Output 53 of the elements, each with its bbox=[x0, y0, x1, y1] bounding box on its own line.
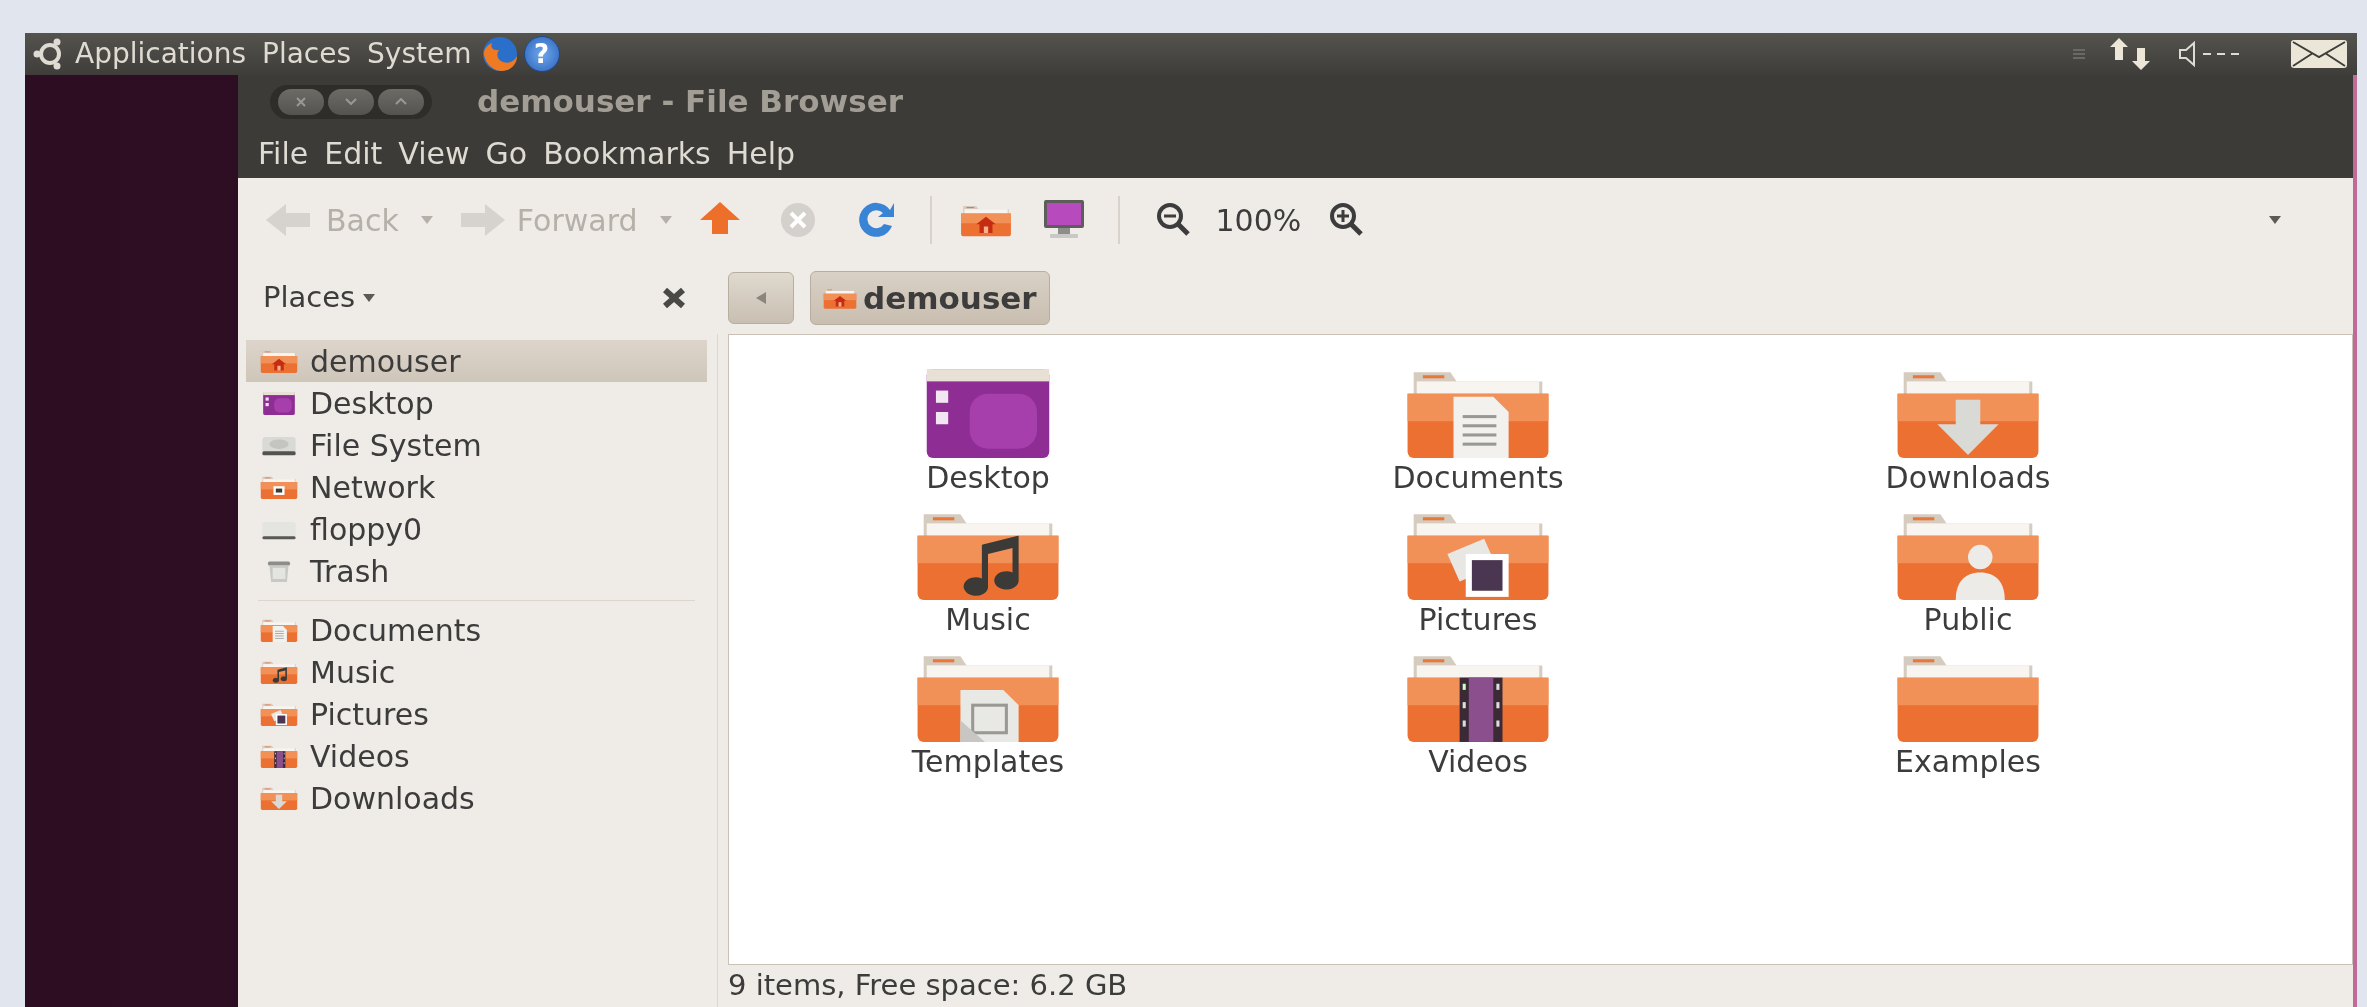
file-label[interactable]: Music bbox=[945, 603, 1031, 636]
sidebar-item[interactable]: File System bbox=[246, 424, 707, 466]
menu-item[interactable]: View bbox=[390, 130, 478, 176]
window-title: demouser - File Browser bbox=[477, 82, 903, 122]
maximize-button[interactable] bbox=[378, 88, 424, 115]
desktop-icon bbox=[260, 390, 298, 416]
sidebar-item[interactable]: floppy0 bbox=[246, 508, 707, 550]
panel-menu[interactable]: Places bbox=[254, 33, 360, 75]
sidebar-item[interactable]: Pictures bbox=[246, 693, 707, 735]
sidebar-item[interactable]: Documents bbox=[246, 609, 707, 651]
videos-folder-icon bbox=[260, 743, 298, 769]
path-button[interactable]: demouser bbox=[810, 271, 1050, 325]
chevron-up-icon bbox=[395, 98, 407, 105]
downloads-folder-icon bbox=[260, 785, 298, 811]
sidebar-item[interactable]: Trash bbox=[246, 550, 707, 592]
sidebar-item[interactable]: Music bbox=[246, 651, 707, 693]
chevron-down-icon bbox=[345, 98, 357, 105]
sidebar-item[interactable]: Desktop bbox=[246, 382, 707, 424]
minimize-button[interactable] bbox=[328, 88, 374, 115]
sidebar-item[interactable]: Downloads bbox=[246, 777, 707, 819]
sidebar-item[interactable]: Network bbox=[246, 466, 707, 508]
triangle-left-icon bbox=[756, 292, 766, 304]
overflow-caret-icon[interactable] bbox=[2267, 214, 2283, 226]
file-label[interactable]: Examples bbox=[1895, 745, 2041, 778]
network-folder-icon bbox=[260, 474, 298, 500]
close-pane-button[interactable] bbox=[660, 286, 688, 310]
panel-menu[interactable]: Applications bbox=[67, 33, 255, 75]
close-button[interactable] bbox=[278, 88, 324, 115]
status-text: 9 items, Free space: 6.2 GB bbox=[728, 967, 1128, 1005]
file-label[interactable]: Videos bbox=[1428, 745, 1528, 778]
file-label[interactable]: Documents bbox=[1392, 461, 1564, 494]
file-label[interactable]: Desktop bbox=[926, 461, 1050, 494]
menu-item[interactable]: Help bbox=[718, 130, 804, 176]
documents-folder-icon bbox=[260, 617, 298, 643]
menu-item[interactable]: Go bbox=[477, 130, 536, 176]
sidebar-item[interactable]: demouser bbox=[246, 340, 707, 382]
places-dropdown[interactable]: Places bbox=[263, 276, 376, 320]
caret-icon bbox=[363, 294, 376, 302]
pictures-folder-icon bbox=[260, 701, 298, 727]
home-folder-icon bbox=[260, 348, 298, 374]
file-label[interactable]: Public bbox=[1923, 603, 2013, 636]
file-label[interactable]: Downloads bbox=[1885, 461, 2051, 494]
file-label[interactable]: Templates bbox=[911, 745, 1065, 778]
file-label[interactable]: Pictures bbox=[1418, 603, 1538, 636]
zoom-level: 100% bbox=[1215, 201, 1302, 240]
menu-item[interactable]: Edit bbox=[316, 130, 391, 176]
close-icon bbox=[296, 96, 306, 107]
sidebar-item[interactable]: Videos bbox=[246, 735, 707, 777]
menu-item[interactable]: Bookmarks bbox=[535, 130, 719, 176]
menu-item[interactable]: File bbox=[250, 130, 317, 176]
mail-icon[interactable] bbox=[2289, 37, 2349, 71]
panel-menu[interactable]: System bbox=[359, 33, 480, 75]
music-folder-icon bbox=[260, 659, 298, 685]
